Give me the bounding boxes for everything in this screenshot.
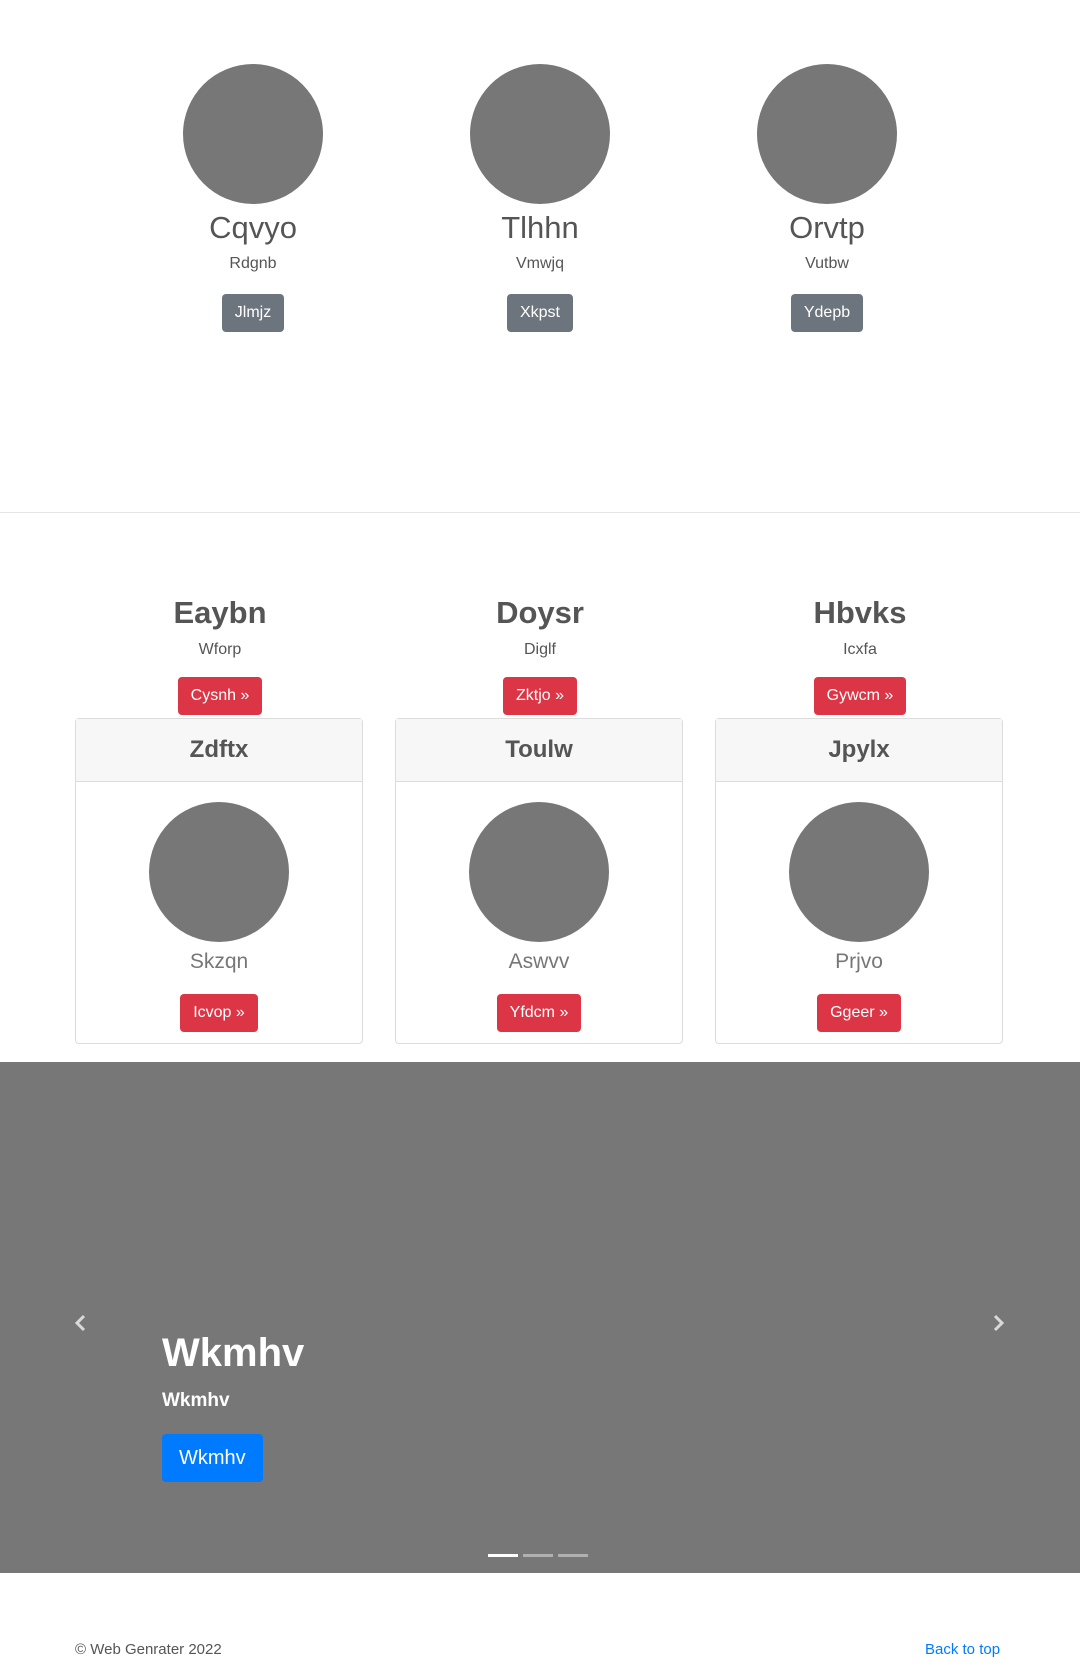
card: Jpylx Prjvo Ggeer » [715,718,1003,1044]
team-section: Cqvyo Rdgnb Jlmjz Tlhhn Vmwjq Xkpst Orvt… [0,0,1080,512]
member-role: Vutbw [805,255,849,272]
carousel-indicator[interactable] [488,1554,518,1557]
feature-title: Doysr [496,595,584,630]
carousel-indicator[interactable] [523,1554,553,1557]
member-role: Vmwjq [515,255,564,272]
section-divider [0,512,1080,513]
feature-title: Hbvks [813,595,907,630]
member-name: Cqvyo [209,210,297,245]
chevron-left-icon[interactable] [61,1302,101,1342]
card-header: Toulw [396,719,682,782]
card-button[interactable]: Icvop » [180,994,258,1032]
feature-title: Eaybn [173,595,267,630]
member-name: Tlhhn [501,210,579,245]
carousel-indicator[interactable] [558,1554,588,1557]
card: Zdftx Skzqn Icvop » [75,718,363,1044]
chevron-right-icon[interactable] [978,1302,1018,1342]
avatar [183,64,323,204]
carousel-title: Wkmhv [162,1331,305,1375]
avatar [789,802,929,942]
avatar [470,64,610,204]
member-button[interactable]: Jlmjz [221,294,285,332]
carousel-caption: Wkmhv Wkmhv Wkmhv [162,1330,304,1482]
feature-column: Hbvks Icxfa Gywcm » [715,592,1005,715]
card-text: Aswvv [508,950,570,973]
carousel-button[interactable]: Wkmhv [162,1434,263,1482]
feature-text: Wforp [198,641,242,658]
member-role: Rdgnb [229,255,277,272]
team-member: Cqvyo Rdgnb Jlmjz [153,64,353,332]
card-button[interactable]: Yfdcm » [496,994,582,1032]
feature-text: Diglf [523,641,556,658]
card-button[interactable]: Ggeer » [817,994,901,1032]
member-button[interactable]: Ydepb [790,294,864,332]
feature-button[interactable]: Cysnh » [177,677,263,715]
copyright-text: © Web Genrater 2022 [75,1641,222,1658]
feature-column: Doysr Diglf Zktjo » [395,592,685,715]
card-header: Jpylx [716,719,1002,782]
card-header: Zdftx [76,719,362,782]
member-button[interactable]: Xkpst [506,294,573,332]
card-text: Skzqn [189,950,249,973]
feature-button[interactable]: Gywcm » [813,677,907,715]
feature-button[interactable]: Zktjo » [502,677,577,715]
member-name: Orvtp [789,210,865,245]
team-member: Tlhhn Vmwjq Xkpst [440,64,640,332]
carousel: Wkmhv Wkmhv Wkmhv [0,1062,1080,1573]
avatar [469,802,609,942]
team-member: Orvtp Vutbw Ydepb [727,64,927,332]
footer: © Web Genrater 2022 Back to top [0,1573,1080,1662]
avatar [757,64,897,204]
avatar [149,802,289,942]
feature-column: Eaybn Wforp Cysnh » [75,592,365,715]
carousel-indicators [488,1544,593,1562]
carousel-subtitle: Wkmhv [162,1390,230,1411]
card: Toulw Aswvv Yfdcm » [395,718,683,1044]
card-text: Prjvo [835,950,883,973]
back-to-top-link[interactable]: Back to top [925,1640,1000,1660]
feature-text: Icxfa [843,641,877,658]
